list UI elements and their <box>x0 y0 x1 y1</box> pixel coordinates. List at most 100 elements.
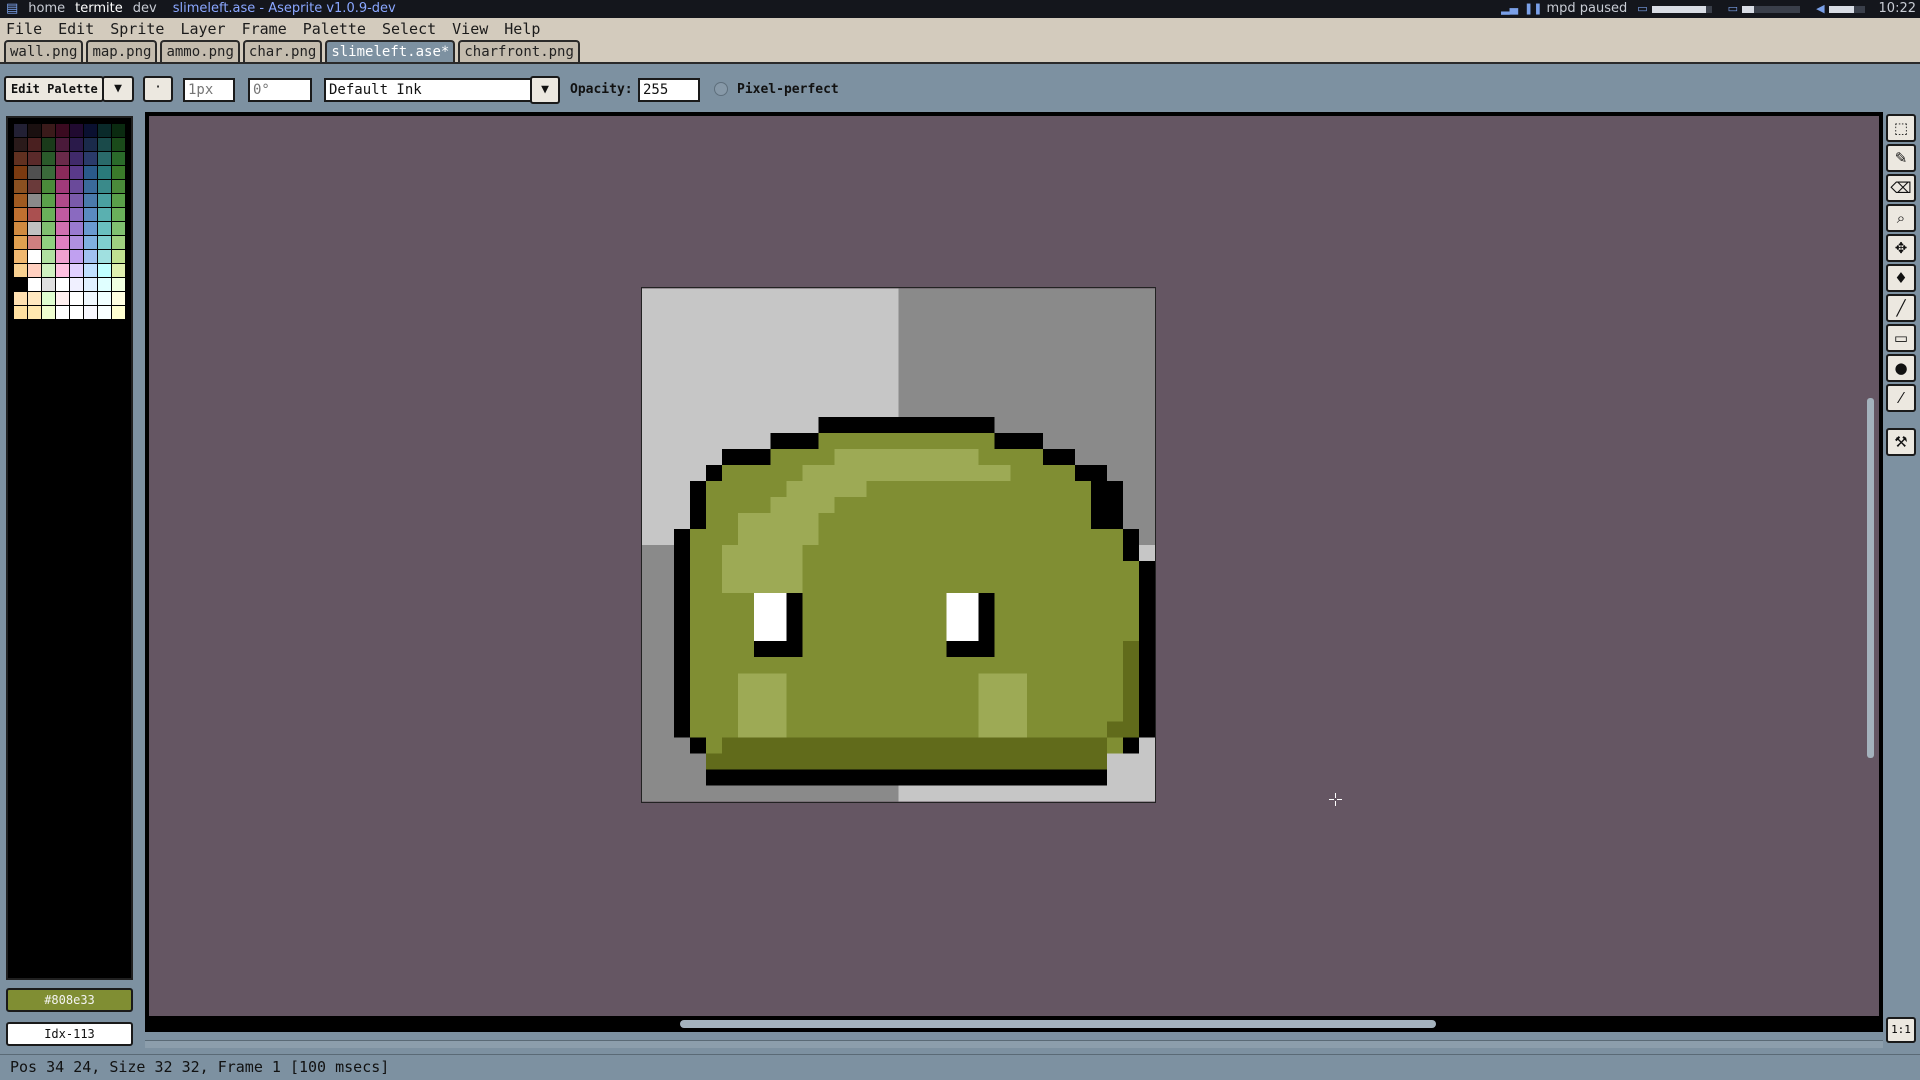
workspace-home[interactable]: home <box>28 0 65 18</box>
palette-swatch[interactable] <box>70 180 83 193</box>
palette-swatch[interactable] <box>112 222 125 235</box>
edit-palette-button[interactable]: Edit Palette <box>4 76 104 102</box>
palette-swatch[interactable] <box>14 194 27 207</box>
palette-swatch[interactable] <box>84 250 97 263</box>
palette-swatch[interactable] <box>14 264 27 277</box>
palette-swatch[interactable] <box>70 306 83 319</box>
foreground-color-button[interactable]: #808e33 <box>6 988 133 1012</box>
palette-swatch[interactable] <box>28 208 41 221</box>
app-launcher-icon[interactable]: ▤ <box>6 0 18 18</box>
palette-swatch[interactable] <box>42 166 55 179</box>
palette-swatch[interactable] <box>112 292 125 305</box>
palette-swatch[interactable] <box>70 236 83 249</box>
palette-swatch[interactable] <box>28 152 41 165</box>
palette-swatch[interactable] <box>98 208 111 221</box>
rectangle-icon[interactable]: ▭ <box>1886 324 1916 352</box>
palette-swatch[interactable] <box>98 236 111 249</box>
palette-swatch[interactable] <box>70 194 83 207</box>
palette-swatch[interactable] <box>70 264 83 277</box>
palette-swatch[interactable] <box>70 278 83 291</box>
palette-swatch[interactable] <box>56 278 69 291</box>
palette-swatch[interactable] <box>42 208 55 221</box>
palette-swatch[interactable] <box>56 292 69 305</box>
brush-size-input[interactable] <box>183 78 235 102</box>
tab-char[interactable]: char.png <box>242 40 323 62</box>
menu-select[interactable]: Select <box>382 20 436 38</box>
palette-swatch[interactable] <box>112 208 125 221</box>
palette-swatch[interactable] <box>112 166 125 179</box>
editor-viewport[interactable] <box>149 116 1879 1016</box>
workspace-termite[interactable]: termite <box>75 0 123 18</box>
palette-swatch[interactable] <box>112 264 125 277</box>
palette-swatch[interactable] <box>70 292 83 305</box>
palette-swatch[interactable] <box>14 166 27 179</box>
palette-swatch[interactable] <box>98 138 111 151</box>
palette-swatch[interactable] <box>84 194 97 207</box>
palette-swatch[interactable] <box>84 306 97 319</box>
zoom-icon[interactable]: ⌕ <box>1886 204 1916 232</box>
tab-charfront[interactable]: charfront.png <box>458 40 580 62</box>
palette-swatch[interactable] <box>42 152 55 165</box>
palette-swatch[interactable] <box>84 278 97 291</box>
palette-swatch[interactable] <box>84 124 97 137</box>
pencil-icon[interactable]: ✎ <box>1886 144 1916 172</box>
palette-swatch[interactable] <box>56 222 69 235</box>
tab-slimeleft[interactable]: slimeleft.ase* <box>325 40 456 62</box>
opacity-input[interactable] <box>638 78 700 102</box>
timeline-strip[interactable] <box>145 1040 1883 1048</box>
palette-swatch[interactable] <box>42 180 55 193</box>
brush-type-button[interactable]: · <box>143 76 173 102</box>
palette-swatch[interactable] <box>56 208 69 221</box>
palette-swatch[interactable] <box>84 152 97 165</box>
palette-swatch[interactable] <box>70 152 83 165</box>
zoom-reset-button[interactable]: 1:1 <box>1886 1017 1916 1043</box>
brush-angle-input[interactable] <box>248 78 312 102</box>
palette-swatch[interactable] <box>42 250 55 263</box>
menu-palette[interactable]: Palette <box>303 20 366 38</box>
menu-layer[interactable]: Layer <box>180 20 225 38</box>
palette-swatch[interactable] <box>84 222 97 235</box>
sprite-editor[interactable] <box>145 112 1883 1032</box>
tab-map[interactable]: map.png <box>86 40 158 62</box>
palette-swatch[interactable] <box>14 124 27 137</box>
palette-swatch[interactable] <box>14 236 27 249</box>
move-icon[interactable]: ✥ <box>1886 234 1916 262</box>
palette-swatch[interactable] <box>14 306 27 319</box>
palette-swatch[interactable] <box>42 124 55 137</box>
menu-edit[interactable]: Edit <box>58 20 94 38</box>
palette-swatch[interactable] <box>14 250 27 263</box>
contour-icon[interactable]: ● <box>1886 354 1916 382</box>
palette-swatch[interactable] <box>70 222 83 235</box>
palette-swatch[interactable] <box>112 138 125 151</box>
palette-swatch[interactable] <box>98 250 111 263</box>
palette-swatch[interactable] <box>28 222 41 235</box>
palette-swatch[interactable] <box>56 250 69 263</box>
palette-swatch[interactable] <box>98 194 111 207</box>
palette-swatch[interactable] <box>28 236 41 249</box>
palette-swatch[interactable] <box>84 166 97 179</box>
palette-swatch[interactable] <box>112 180 125 193</box>
palette-swatch[interactable] <box>14 138 27 151</box>
menu-file[interactable]: File <box>6 20 42 38</box>
palette-swatch[interactable] <box>70 166 83 179</box>
palette-swatch[interactable] <box>28 292 41 305</box>
palette-swatch[interactable] <box>28 180 41 193</box>
palette-swatch[interactable] <box>112 124 125 137</box>
palette-swatch[interactable] <box>112 250 125 263</box>
palette-swatch[interactable] <box>84 236 97 249</box>
palette-swatch[interactable] <box>28 306 41 319</box>
background-color-button[interactable]: Idx-113 <box>6 1022 133 1046</box>
menu-sprite[interactable]: Sprite <box>110 20 164 38</box>
palette-swatch[interactable] <box>14 180 27 193</box>
palette-swatch[interactable] <box>84 264 97 277</box>
workspace-dev[interactable]: dev <box>133 0 157 18</box>
palette-swatch[interactable] <box>42 306 55 319</box>
palette-swatch[interactable] <box>14 208 27 221</box>
palette-swatch[interactable] <box>84 208 97 221</box>
palette-swatch[interactable] <box>70 124 83 137</box>
palette-swatch[interactable] <box>70 250 83 263</box>
bucket-icon[interactable]: ♦ <box>1886 264 1916 292</box>
palette-swatch[interactable] <box>98 180 111 193</box>
tools-config-icon[interactable]: ⚒ <box>1886 428 1916 456</box>
sprite-canvas[interactable] <box>641 287 1156 803</box>
